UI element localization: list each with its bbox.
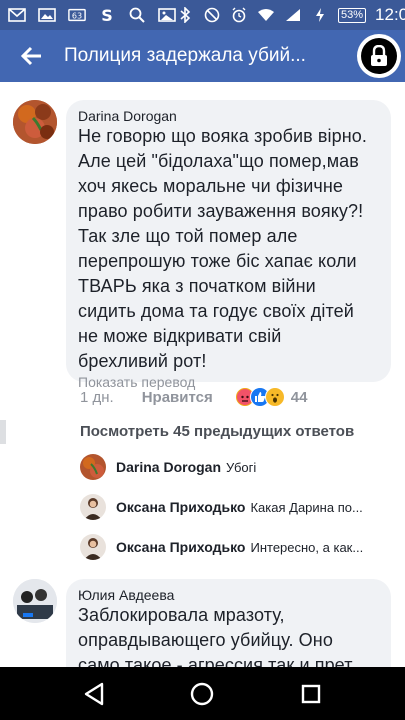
comment-line: право робити зауваження вояку?!: [78, 201, 364, 221]
wow-reaction-icon: [264, 387, 285, 407]
reply-author[interactable]: Оксана Приходько: [116, 539, 245, 555]
view-previous-replies-link[interactable]: Посмотреть 45 предыдущих ответов: [80, 423, 354, 440]
comment-line: брехливий рот!: [78, 351, 207, 371]
comment-text: Не говорю що вояка зробив вірно. Але цей…: [78, 124, 379, 374]
comment-line: хоч якесь моральне чи фізичне: [78, 176, 344, 196]
mail-icon: [8, 7, 26, 23]
comment-line: Але цей "бідолаха"що помер,мав: [78, 151, 359, 171]
comment-line: Так зле що той помер але: [78, 226, 298, 246]
status-bar: 63 S 53% 12:09: [0, 0, 405, 30]
nav-recents-button[interactable]: [291, 674, 331, 714]
image-icon: [38, 7, 56, 23]
avatar[interactable]: [80, 454, 106, 480]
gallery-icon: [158, 7, 176, 23]
lock-icon: [361, 38, 397, 74]
notification-badge-icon: 63: [68, 7, 86, 23]
comments-thread: Darina Dorogan Не говорю що вояка зробив…: [0, 82, 405, 667]
comment-bubble: Юлия Авдеева Заблокировала мразоту, опра…: [66, 579, 391, 667]
comment-line: сидить дома та годує своїх дітей: [78, 301, 354, 321]
reactions-count: 44: [290, 388, 308, 406]
triangle-back-icon: [84, 682, 104, 705]
reply-text: Убогі: [226, 459, 257, 475]
avatar[interactable]: [13, 100, 57, 144]
like-button[interactable]: Нравится: [142, 389, 213, 406]
arrow-left-icon: [21, 46, 41, 66]
signal-icon: [284, 7, 302, 23]
comment-line: само такое - агрессия так и прет: [78, 655, 353, 667]
svg-text:63: 63: [72, 11, 82, 21]
app-bar: Полиция задержала убий...: [0, 30, 405, 82]
navigation-bar: [0, 667, 405, 720]
comment-line: Заблокировала мразоту,: [78, 605, 285, 625]
wifi-icon: [257, 7, 275, 23]
reply-author[interactable]: Оксана Приходько: [116, 499, 245, 515]
page-title: Полиция задержала убий...: [64, 45, 306, 66]
comment-actions: 1 дн. Нравится 44: [80, 387, 307, 407]
reply-item[interactable]: Darina Dorogan Убогі: [80, 452, 400, 482]
avatar[interactable]: [80, 494, 106, 520]
nav-home-button[interactable]: [182, 674, 222, 714]
thread-marker: [0, 420, 6, 444]
reactions-summary[interactable]: 44: [234, 387, 308, 407]
search-icon: [128, 7, 146, 23]
battery-indicator: 53%: [338, 7, 367, 23]
bluetooth-icon: [176, 7, 194, 23]
charging-icon: [311, 7, 329, 23]
comment-line: Не говорю що вояка зробив вірно.: [78, 126, 368, 146]
reply-text: Интересно, а как...: [250, 539, 364, 555]
comment-time[interactable]: 1 дн.: [80, 389, 114, 406]
reply-author[interactable]: Darina Dorogan: [116, 459, 221, 475]
comment-line: ТВАРЬ яка з початком війни: [78, 276, 316, 296]
comment-author[interactable]: Darina Dorogan: [78, 108, 379, 124]
reply-item[interactable]: Оксана Приходько Интересно, а как...: [80, 532, 400, 562]
nav-back-button[interactable]: [74, 674, 114, 714]
svg-text:S: S: [101, 7, 113, 23]
comment-line: перепрошую тоже біс хапає коли: [78, 251, 357, 271]
lock-button[interactable]: [357, 34, 401, 78]
comment-text: Заблокировала мразоту, оправдывающего уб…: [78, 603, 379, 667]
avatar[interactable]: [80, 534, 106, 560]
reply-text: Какая Дарина по...: [250, 499, 363, 515]
money-icon: S: [98, 7, 116, 23]
reply-item[interactable]: Оксана Приходько Какая Дарина по...: [80, 492, 400, 522]
clock: 12:09: [375, 5, 405, 24]
comment-line: оправдывающего убийцу. Оно: [78, 630, 333, 650]
comment-bubble: Darina Dorogan Не говорю що вояка зробив…: [66, 100, 391, 390]
comment-author[interactable]: Юлия Авдеева: [78, 587, 379, 603]
square-recents-icon: [301, 684, 321, 703]
back-button[interactable]: [0, 30, 64, 82]
circle-home-icon: [191, 682, 214, 705]
do-not-disturb-icon: [203, 7, 221, 23]
alarm-icon: [230, 7, 248, 23]
comment-line: не може відкривати свій: [78, 326, 282, 346]
avatar[interactable]: [13, 579, 57, 623]
